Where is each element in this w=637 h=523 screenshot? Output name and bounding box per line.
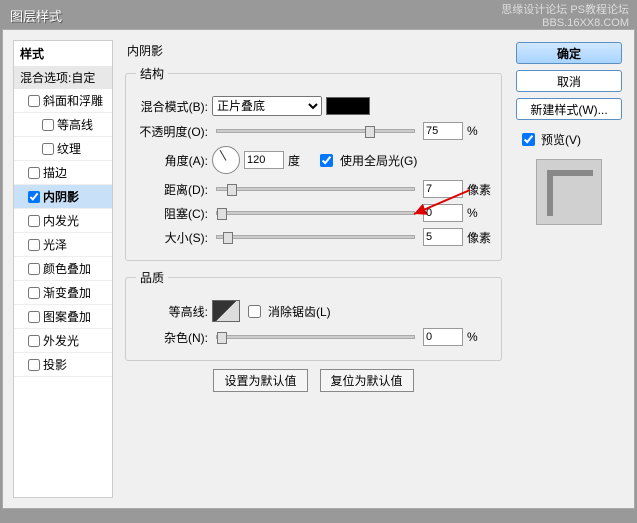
blending-options[interactable]: 混合选项:自定 — [14, 66, 112, 89]
style-item[interactable]: 内发光 — [14, 209, 112, 233]
watermark: 思缘设计论坛 PS教程论坛 BBS.16XX8.COM — [501, 4, 629, 30]
distance-input[interactable] — [423, 180, 463, 198]
global-light-label: 使用全局光(G) — [340, 152, 417, 169]
blend-mode-select[interactable]: 正片叠底 — [212, 96, 322, 116]
distance-unit: 像素 — [467, 181, 491, 198]
noise-slider[interactable] — [216, 335, 415, 339]
effect-title: 内阴影 — [123, 40, 504, 65]
style-item[interactable]: 外发光 — [14, 329, 112, 353]
angle-unit: 度 — [288, 152, 312, 169]
distance-slider[interactable] — [216, 187, 415, 191]
style-checkbox[interactable] — [28, 359, 40, 371]
quality-legend: 品质 — [136, 269, 168, 286]
noise-unit: % — [467, 330, 491, 344]
style-item[interactable]: 斜面和浮雕 — [14, 89, 112, 113]
make-default-button[interactable]: 设置为默认值 — [213, 369, 307, 392]
style-label: 描边 — [43, 164, 67, 181]
style-label: 外发光 — [43, 332, 79, 349]
style-item[interactable]: 内阴影 — [14, 185, 112, 209]
size-slider[interactable] — [216, 235, 415, 239]
style-checkbox[interactable] — [42, 119, 54, 131]
style-label: 颜色叠加 — [43, 260, 91, 277]
settings-panel: 内阴影 结构 混合模式(B): 正片叠底 不透明度(O): % 角度(A): — [117, 40, 510, 498]
angle-dial[interactable] — [212, 146, 240, 174]
preview-thumbnail — [536, 159, 602, 225]
size-unit: 像素 — [467, 229, 491, 246]
ok-button[interactable]: 确定 — [516, 42, 622, 64]
style-label: 渐变叠加 — [43, 284, 91, 301]
blend-mode-label: 混合模式(B): — [136, 98, 208, 115]
dialog-body: 样式 混合选项:自定 斜面和浮雕等高线纹理描边内阴影内发光光泽颜色叠加渐变叠加图… — [2, 29, 635, 509]
style-item[interactable]: 投影 — [14, 353, 112, 377]
style-checkbox[interactable] — [28, 263, 40, 275]
structure-group: 结构 混合模式(B): 正片叠底 不透明度(O): % 角度(A): 度 — [125, 65, 502, 261]
global-light-checkbox[interactable] — [320, 154, 333, 167]
antialias-checkbox[interactable] — [248, 305, 261, 318]
style-item[interactable]: 图案叠加 — [14, 305, 112, 329]
style-label: 等高线 — [57, 116, 93, 133]
style-item[interactable]: 纹理 — [14, 137, 112, 161]
style-checkbox[interactable] — [28, 335, 40, 347]
style-checkbox[interactable] — [28, 215, 40, 227]
style-label: 内发光 — [43, 212, 79, 229]
style-item[interactable]: 等高线 — [14, 113, 112, 137]
style-item[interactable]: 描边 — [14, 161, 112, 185]
structure-legend: 结构 — [136, 65, 168, 82]
style-checkbox[interactable] — [42, 143, 54, 155]
style-label: 图案叠加 — [43, 308, 91, 325]
style-item[interactable]: 渐变叠加 — [14, 281, 112, 305]
styles-list: 样式 混合选项:自定 斜面和浮雕等高线纹理描边内阴影内发光光泽颜色叠加渐变叠加图… — [13, 40, 113, 498]
contour-picker[interactable] — [212, 300, 240, 322]
opacity-label: 不透明度(O): — [136, 123, 208, 140]
preview-checkbox[interactable] — [522, 133, 535, 146]
opacity-unit: % — [467, 124, 491, 138]
noise-label: 杂色(N): — [136, 329, 208, 346]
choke-label: 阻塞(C): — [136, 205, 208, 222]
style-label: 斜面和浮雕 — [43, 92, 103, 109]
action-column: 确定 取消 新建样式(W)... 预览(V) — [514, 40, 624, 498]
style-item[interactable]: 颜色叠加 — [14, 257, 112, 281]
distance-label: 距离(D): — [136, 181, 208, 198]
style-checkbox[interactable] — [28, 287, 40, 299]
styles-header[interactable]: 样式 — [14, 41, 112, 66]
style-item[interactable]: 光泽 — [14, 233, 112, 257]
size-label: 大小(S): — [136, 229, 208, 246]
style-label: 光泽 — [43, 236, 67, 253]
reset-default-button[interactable]: 复位为默认值 — [320, 369, 414, 392]
angle-input[interactable] — [244, 151, 284, 169]
cancel-button[interactable]: 取消 — [516, 70, 622, 92]
antialias-label: 消除锯齿(L) — [268, 303, 331, 320]
style-checkbox[interactable] — [28, 95, 40, 107]
size-input[interactable] — [423, 228, 463, 246]
style-label: 纹理 — [57, 140, 81, 157]
choke-slider[interactable] — [216, 211, 415, 215]
noise-input[interactable] — [423, 328, 463, 346]
style-checkbox[interactable] — [28, 191, 40, 203]
color-swatch[interactable] — [326, 97, 370, 115]
opacity-slider[interactable] — [216, 129, 415, 133]
angle-label: 角度(A): — [136, 152, 208, 169]
choke-input[interactable] — [423, 204, 463, 222]
contour-label: 等高线: — [136, 303, 208, 320]
style-label: 投影 — [43, 356, 67, 373]
quality-group: 品质 等高线: 消除锯齿(L) 杂色(N): % — [125, 269, 502, 361]
style-checkbox[interactable] — [28, 311, 40, 323]
preview-label: 预览(V) — [541, 131, 581, 148]
style-checkbox[interactable] — [28, 167, 40, 179]
style-label: 内阴影 — [43, 188, 79, 205]
style-checkbox[interactable] — [28, 239, 40, 251]
new-style-button[interactable]: 新建样式(W)... — [516, 98, 622, 120]
opacity-input[interactable] — [423, 122, 463, 140]
choke-unit: % — [467, 206, 491, 220]
